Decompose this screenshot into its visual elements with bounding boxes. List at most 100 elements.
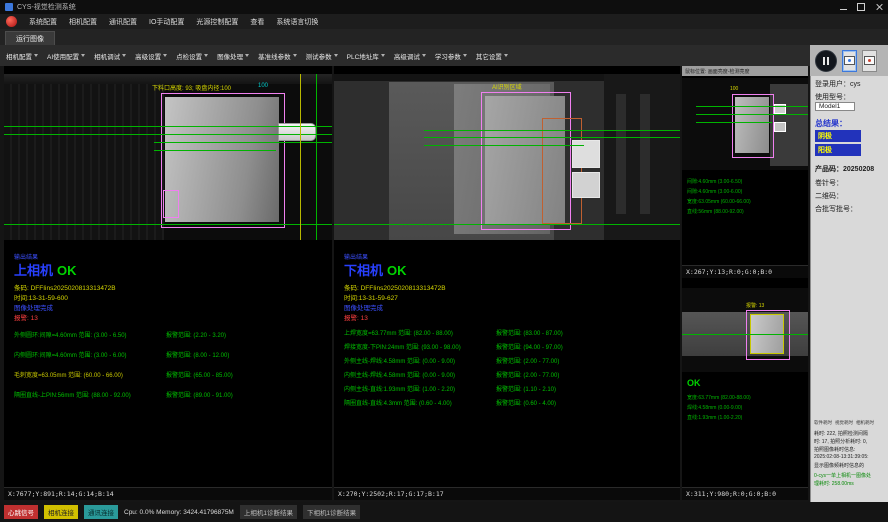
stats-tab-vision[interactable]: 视觉耗时 xyxy=(835,420,853,426)
toolbar-item-learning-params[interactable]: 学习参数 xyxy=(435,51,467,61)
info-panel: 登录用户：cys 使用型号： Model1 总结果： 阴极 阳极 产品码：202… xyxy=(810,76,888,502)
bright-feature-2 xyxy=(774,122,786,132)
stats-tab-software[interactable]: 软件耗时 xyxy=(814,420,832,426)
pause-icon xyxy=(827,57,829,65)
measurement-text: 内侧圆环:间隙=4.60mm 范围: (3.00 - 6.00) xyxy=(14,350,127,359)
process-status-label: 图像处理完成 xyxy=(344,302,383,312)
product-code-row: 产品码：20250208 xyxy=(815,164,874,174)
barcode-label: 条码: DFFIins2025020813313472B xyxy=(344,282,446,292)
coords-text: X:311;Y:980;R:0;G:0;B:0 xyxy=(686,490,776,498)
roi-box-orange xyxy=(542,118,582,224)
overlay-value-label: 报警: 13 xyxy=(746,302,764,309)
measurement-alarm-range: 报警范围: (65.00 - 85.00) xyxy=(166,370,233,379)
reference-line-vertical xyxy=(316,74,317,240)
toolbar-item-spot-check[interactable]: 点检设置 xyxy=(176,51,208,61)
menu-item-light-control-config[interactable]: 光源控制配置 xyxy=(196,17,238,27)
reference-line xyxy=(696,114,808,115)
toolbar-item-baseline-params[interactable]: 基准线参数 xyxy=(258,51,297,61)
menu-item-system-config[interactable]: 系统配置 xyxy=(29,17,57,27)
camera-status-badge: 相机连接 xyxy=(44,505,78,519)
preview-measure-line: 直线:56mm (88.00-92.00) xyxy=(687,208,744,215)
camera-view-button-1[interactable] xyxy=(842,50,857,72)
toolbar-item-camera-config[interactable]: 相机配置 xyxy=(6,51,38,61)
toolbar-item-advanced-settings[interactable]: 高级设置 xyxy=(135,51,167,61)
measurement-row: 焊接宽度-下PIN:24mm 范围: (93.00 - 98.00) 报警范围:… xyxy=(344,342,676,352)
camera-view-button-2[interactable] xyxy=(862,50,877,72)
result-ok-label: OK xyxy=(387,263,407,278)
chevron-down-icon xyxy=(463,54,467,57)
measurement-row: 毛刺宽度=63.05mm 范围: (60.00 - 66.00) 报警范围: (… xyxy=(14,370,328,380)
toolbar-item-plc-address[interactable]: PLC地址库 xyxy=(347,51,385,61)
measurement-alarm-range: 报警范围: (2.00 - 77.00) xyxy=(496,356,559,365)
measurement-row: 隔圈直线-上PIN:56mm 范围: (88.00 - 92.00) 报警范围:… xyxy=(14,390,328,400)
reference-line xyxy=(4,224,332,225)
toolbar-item-test-params[interactable]: 测试参数 xyxy=(306,51,338,61)
pause-button[interactable] xyxy=(815,50,837,72)
reference-line xyxy=(424,130,680,131)
overlay-measure-label: 下料口高度: 93; 吸盘内径:100 xyxy=(152,83,231,92)
toolbar-item-camera-debug[interactable]: 相机调试 xyxy=(94,51,126,61)
model-select[interactable]: Model1 xyxy=(815,102,855,111)
menu-bar: 系统配置 相机配置 通讯配置 IO手动配置 光源控制配置 查看 系统语言切换 xyxy=(0,14,888,29)
preview-image-bottom[interactable]: 报警: 13 xyxy=(682,288,808,372)
toolbar-item-image-processing[interactable]: 图像处理 xyxy=(217,51,249,61)
toolbar-item-label: 相机调试 xyxy=(94,51,120,61)
measurement-row: 内侧主线-直线:1.93mm 范围: (1.00 - 2.20) 报警范围: (… xyxy=(344,384,676,394)
time-label: 时间:13-31-59-627 xyxy=(344,292,398,302)
login-row: 登录用户：cys xyxy=(815,79,861,89)
time-label: 时间:13-31-59-600 xyxy=(14,292,68,302)
menu-item-language-switch[interactable]: 系统语言切换 xyxy=(276,17,318,27)
preview-measure-line: 宽度:63.05mm (60.00-66.00) xyxy=(687,198,751,205)
measurement-row: 上焊宽度=63.77mm 范围: (82.00 - 88.00) 报警范围: (… xyxy=(344,328,676,338)
measurement-alarm-range: 报警范围: (83.00 - 87.00) xyxy=(496,328,563,337)
chevron-down-icon xyxy=(81,54,85,57)
toolbar-item-label: 图像处理 xyxy=(217,51,243,61)
app-logo-icon xyxy=(6,16,17,27)
toolbar-item-label: 高级调试 xyxy=(394,51,420,61)
toolbar-item-other-settings[interactable]: 其它设置 xyxy=(476,51,508,61)
result-title-row: 下相机OK xyxy=(344,260,407,280)
measurement-text: 上焊宽度=63.77mm 范围: (82.00 - 88.00) xyxy=(344,328,453,337)
toolbar-item-ai-usage-config[interactable]: AI使用配置 xyxy=(47,51,85,61)
tab-run-image[interactable]: 运行图像 xyxy=(5,31,55,46)
close-icon[interactable] xyxy=(875,3,883,11)
toolbar-item-label: 测试参数 xyxy=(306,51,332,61)
application-window: CYS-视觉检测系统 系统配置 相机配置 通讯配置 IO手动配置 光源控制配置 … xyxy=(0,0,888,522)
stats-tabs: 软件耗时 视觉耗时 相机耗时 xyxy=(814,420,874,426)
camera-title: 上相机 xyxy=(14,263,53,278)
diagnostic-bottom-camera[interactable]: 下相机1诊断结果 xyxy=(303,505,360,519)
alarm-label: 报警: 13 xyxy=(14,312,38,322)
camera-image-top[interactable]: 下料口高度: 93; 吸盘内径:100 100 xyxy=(4,74,332,240)
reference-line xyxy=(424,145,584,146)
chevron-down-icon xyxy=(422,54,426,57)
maximize-icon[interactable] xyxy=(857,3,865,11)
pixel-coords-readout: X:270;Y:2502;R:17;G:17;B:17 xyxy=(334,487,680,500)
menu-item-camera-config[interactable]: 相机配置 xyxy=(69,17,97,27)
measurement-text: 隔圈直线-上PIN:56mm 范围: (88.00 - 92.00) xyxy=(14,390,131,399)
toolbar-item-advanced-debug[interactable]: 高级调试 xyxy=(394,51,426,61)
toolbar-item-label: 高级设置 xyxy=(135,51,161,61)
chevron-down-icon xyxy=(334,54,338,57)
heartbeat-status-badge: 心跳信号 xyxy=(4,505,38,519)
overlay-ai-label: AI识别区域 xyxy=(492,82,522,91)
measurement-alarm-range: 报警范围: (2.00 - 77.00) xyxy=(496,370,559,379)
menu-item-io-manual-config[interactable]: IO手动配置 xyxy=(149,17,184,27)
camera-image-bottom[interactable]: AI识别区域 xyxy=(334,74,680,240)
preview-measure-line: 间隙:4.60mm (3.00-6.50) xyxy=(687,178,742,185)
measurement-text: 焊接宽度-下PIN:24mm 范围: (93.00 - 98.00) xyxy=(344,342,461,351)
chevron-down-icon xyxy=(122,54,126,57)
coords-text: X:270;Y:2502;R:17;G:17;B:17 xyxy=(338,490,444,498)
alarm-label: 报警: 13 xyxy=(344,312,368,322)
toolbar-right-controls xyxy=(810,45,888,76)
login-label: 登录用户： xyxy=(815,81,850,88)
pixel-coords-readout: X:7677;Y:891;R:14;G:14;B:14 xyxy=(4,487,332,500)
stats-tab-camera[interactable]: 相机耗时 xyxy=(856,420,874,426)
preview-image-top[interactable]: 100 xyxy=(682,78,808,170)
diagnostic-top-camera[interactable]: 上相机1诊断结果 xyxy=(240,505,297,519)
menu-item-view[interactable]: 查看 xyxy=(250,17,264,27)
minimize-icon[interactable] xyxy=(840,9,847,10)
measurement-text: 外侧圆环:间隙=4.60mm 范围: (3.00 - 6.50) xyxy=(14,330,127,339)
reference-line xyxy=(334,224,680,225)
menu-item-comm-config[interactable]: 通讯配置 xyxy=(109,17,137,27)
measurement-alarm-range: 报警范围: (8.00 - 12.00) xyxy=(166,350,229,359)
